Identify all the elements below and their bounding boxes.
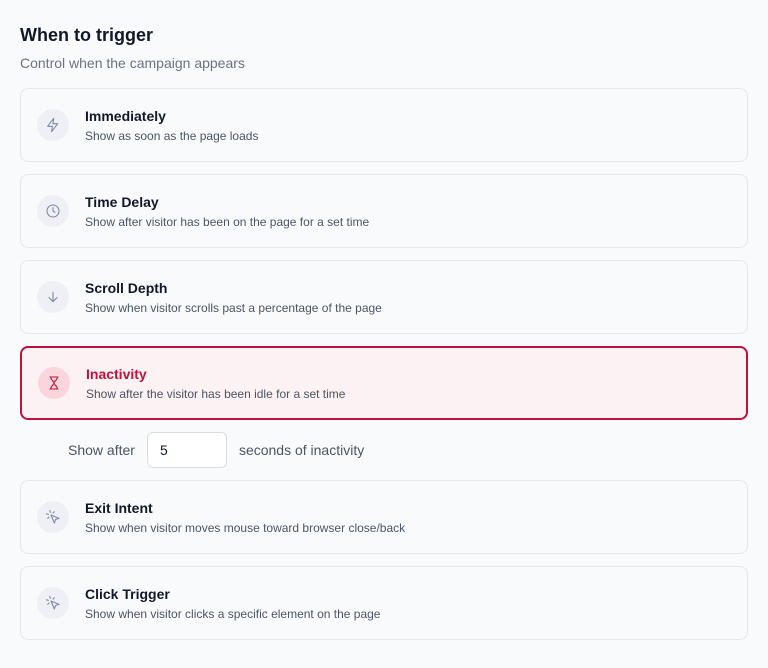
clock-icon <box>37 195 69 227</box>
option-title: Scroll Depth <box>85 279 168 296</box>
inactivity-label: Show after <box>68 442 135 458</box>
cursor-click-icon <box>37 501 69 533</box>
option-description: Show as soon as the page loads <box>85 128 259 143</box>
page-subtitle: Control when the campaign appears <box>20 55 245 71</box>
option-exit-intent[interactable]: Exit Intent Show when visitor moves mous… <box>20 480 748 554</box>
cursor-click-icon <box>37 587 69 619</box>
option-description: Show when visitor scrolls past a percent… <box>85 300 382 315</box>
arrow-down-icon <box>37 281 69 313</box>
option-title: Inactivity <box>86 365 147 382</box>
option-description: Show when visitor clicks a specific elem… <box>85 606 381 621</box>
option-inactivity[interactable]: Inactivity Show after the visitor has be… <box>20 346 748 420</box>
inactivity-suffix: seconds of inactivity <box>238 442 365 458</box>
inactivity-seconds-input[interactable] <box>146 432 227 468</box>
option-description: Show when visitor moves mouse toward bro… <box>85 520 406 535</box>
option-title: Exit Intent <box>85 499 153 516</box>
trigger-settings-panel: When to trigger Control when the campaig… <box>0 0 768 668</box>
option-title: Immediately <box>85 107 166 124</box>
lightning-icon <box>37 109 69 141</box>
option-title: Time Delay <box>85 193 159 210</box>
option-click-trigger[interactable]: Click Trigger Show when visitor clicks a… <box>20 566 748 640</box>
option-description: Show after the visitor has been idle for… <box>86 386 346 401</box>
option-immediately[interactable]: Immediately Show as soon as the page loa… <box>20 88 748 162</box>
trigger-options-list: Immediately Show as soon as the page loa… <box>20 88 748 652</box>
option-time-delay[interactable]: Time Delay Show after visitor has been o… <box>20 174 748 248</box>
inactivity-duration-setting: Show after seconds of inactivity <box>68 432 748 468</box>
page-title: When to trigger <box>20 25 153 45</box>
hourglass-icon <box>38 367 70 399</box>
option-title: Click Trigger <box>85 585 170 602</box>
option-scroll-depth[interactable]: Scroll Depth Show when visitor scrolls p… <box>20 260 748 334</box>
option-description: Show after visitor has been on the page … <box>85 214 370 229</box>
